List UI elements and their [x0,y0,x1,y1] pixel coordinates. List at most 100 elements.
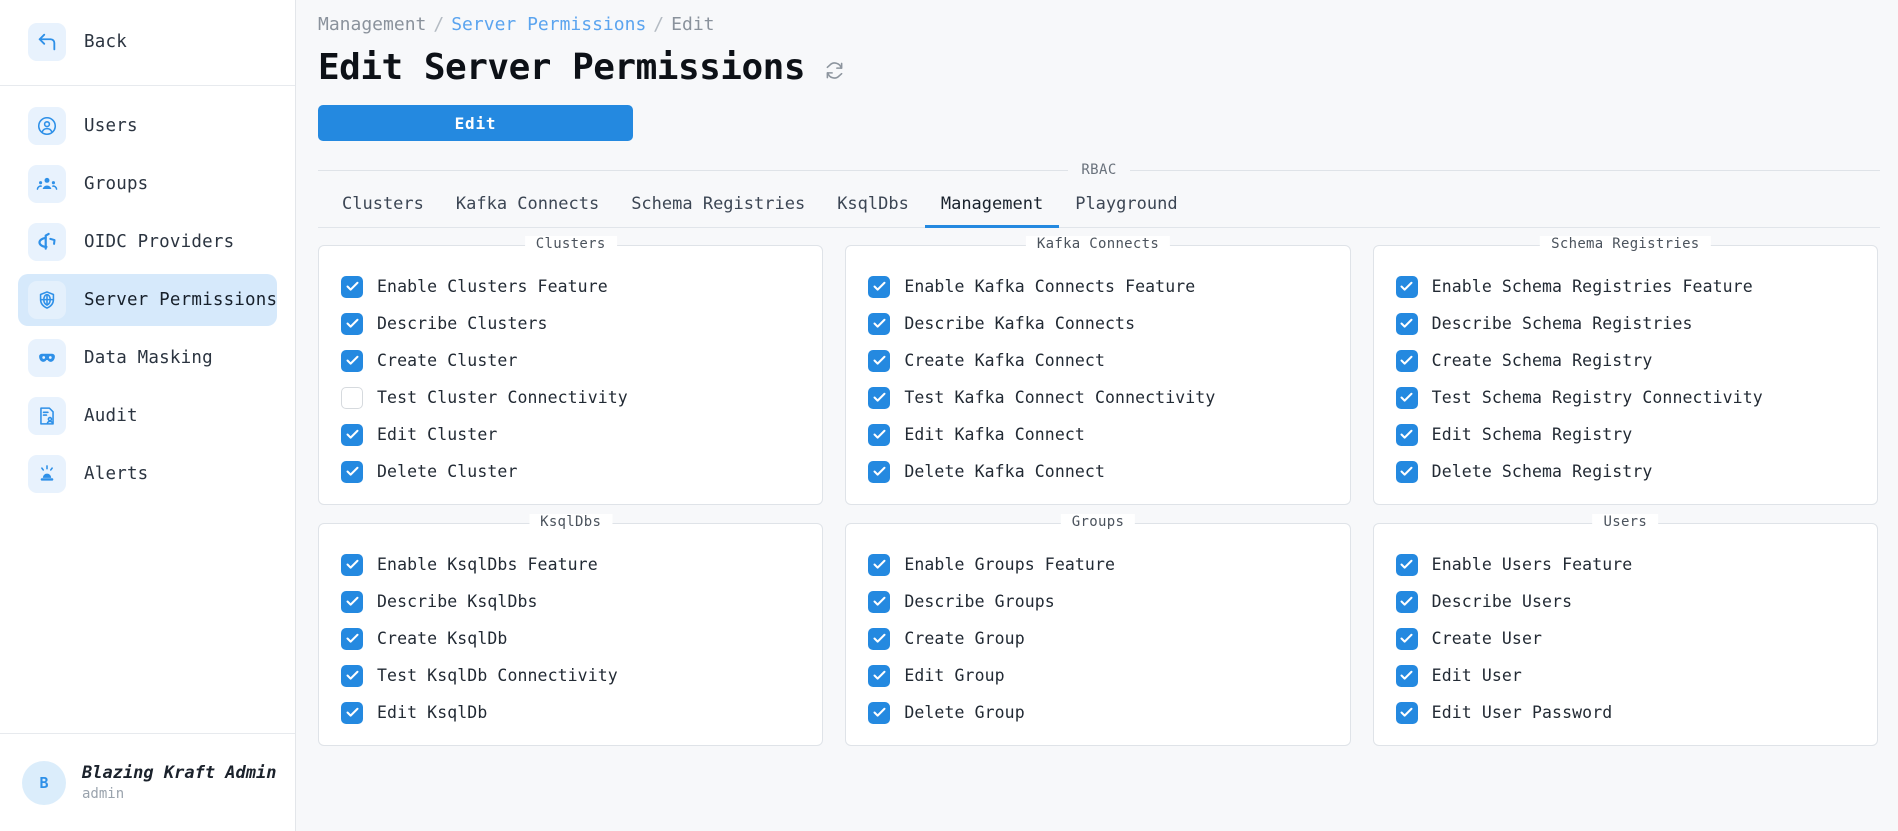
sidebar-item-oidc-providers[interactable]: OIDC Providers [18,216,277,268]
permission-row[interactable]: Describe Groups [868,583,1349,620]
checkbox-checked-icon[interactable] [341,664,363,687]
permission-row[interactable]: Edit Kafka Connect [868,416,1349,453]
permission-row[interactable]: Delete Group [868,694,1349,731]
tab-clusters[interactable]: Clusters [326,187,440,228]
permission-row[interactable]: Describe Users [1395,583,1877,620]
sidebar-item-alerts[interactable]: Alerts [18,448,277,500]
checkbox-checked-icon[interactable] [341,349,363,372]
checkbox-checked-icon[interactable] [1395,627,1418,650]
checkbox-checked-icon[interactable] [341,590,363,613]
checkbox-checked-icon[interactable] [868,553,891,576]
permission-label: Edit KsqlDb [377,703,488,722]
permission-row[interactable]: Enable KsqlDbs Feature [341,546,822,583]
sidebar-item-audit[interactable]: Audit [18,390,277,442]
permission-row[interactable]: Create User [1395,620,1877,657]
checkbox-checked-icon[interactable] [1395,275,1418,298]
checkbox-checked-icon[interactable] [868,386,891,409]
checkbox-checked-icon[interactable] [868,423,891,446]
tab-playground[interactable]: Playground [1059,187,1193,228]
permission-row[interactable]: Edit Cluster [341,416,822,453]
permission-row[interactable]: Delete Schema Registry [1395,453,1877,490]
permission-row[interactable]: Delete Kafka Connect [868,453,1349,490]
user-name: Blazing Kraft Admin [82,763,277,783]
shield-globe-icon [28,281,66,319]
permission-row[interactable]: Edit Group [868,657,1349,694]
checkbox-checked-icon[interactable] [341,423,363,446]
permission-row[interactable]: Enable Schema Registries Feature [1395,268,1877,305]
permission-row[interactable]: Describe Kafka Connects [868,305,1349,342]
tab-schema-registries[interactable]: Schema Registries [615,187,821,228]
checkbox-checked-icon[interactable] [341,627,363,650]
permission-row[interactable]: Enable Users Feature [1395,546,1877,583]
permission-row[interactable]: Describe Schema Registries [1395,305,1877,342]
checkbox-checked-icon[interactable] [1395,349,1418,372]
permission-row[interactable]: Edit Schema Registry [1395,416,1877,453]
checkbox-checked-icon[interactable] [1395,423,1418,446]
permission-row[interactable]: Create KsqlDb [341,620,822,657]
permission-label: Enable Users Feature [1431,555,1633,574]
sidebar-item-groups[interactable]: Groups [18,158,277,210]
checkbox-checked-icon[interactable] [341,460,363,483]
checkbox-checked-icon[interactable] [868,275,891,298]
permission-row[interactable]: Edit User Password [1395,694,1877,731]
permission-row[interactable]: Create Cluster [341,342,822,379]
checkbox-checked-icon[interactable] [868,627,891,650]
tab-management[interactable]: Management [924,187,1060,228]
permission-row[interactable]: Delete Cluster [341,453,822,490]
sidebar-item-users[interactable]: Users [18,100,277,152]
breadcrumb-item[interactable]: Server Permissions [451,14,646,35]
permission-row[interactable]: Describe Clusters [341,305,822,342]
checkbox-checked-icon[interactable] [1395,701,1418,724]
edit-button[interactable]: Edit [318,105,633,141]
checkbox-checked-icon[interactable] [1395,460,1418,483]
checkbox-checked-icon[interactable] [1395,664,1418,687]
checkbox-checked-icon[interactable] [868,349,891,372]
checkbox-unchecked-icon[interactable] [341,386,363,409]
sidebar-item-server-permissions[interactable]: Server Permissions [18,274,277,326]
permission-row[interactable]: Create Group [868,620,1349,657]
permission-label: Test Kafka Connect Connectivity [904,388,1216,407]
sidebar: Back Users Groups OIDC Providers Server Per… [0,0,296,831]
sidebar-item-data-masking[interactable]: Data Masking [18,332,277,384]
permission-label: Test KsqlDb Connectivity [377,666,618,685]
checkbox-checked-icon[interactable] [341,312,363,335]
permission-row[interactable]: Test Kafka Connect Connectivity [868,379,1349,416]
permission-row[interactable]: Edit KsqlDb [341,694,822,731]
checkbox-checked-icon[interactable] [341,275,363,298]
permission-row[interactable]: Test KsqlDb Connectivity [341,657,822,694]
checkbox-checked-icon[interactable] [868,590,891,613]
permission-row[interactable]: Create Schema Registry [1395,342,1877,379]
sidebar-item-back[interactable]: Back [18,16,277,68]
oidc-icon [28,223,66,261]
tab-kafka-connects[interactable]: Kafka Connects [440,187,615,228]
permission-row[interactable]: Test Cluster Connectivity [341,379,822,416]
checkbox-checked-icon[interactable] [341,553,363,576]
refresh-icon[interactable] [823,59,846,82]
checkbox-checked-icon[interactable] [341,701,363,724]
checkbox-checked-icon[interactable] [868,312,891,335]
checkbox-checked-icon[interactable] [868,664,891,687]
permission-label: Edit Cluster [377,425,498,444]
permission-label: Enable Kafka Connects Feature [904,277,1196,296]
permission-row[interactable]: Enable Kafka Connects Feature [868,268,1349,305]
sidebar-item-label: Groups [84,174,149,194]
permission-row[interactable]: Test Schema Registry Connectivity [1395,379,1877,416]
sidebar-item-label: Back [84,32,127,52]
groups-icon [28,165,66,203]
permission-row[interactable]: Create Kafka Connect [868,342,1349,379]
mask-icon [28,339,66,377]
breadcrumb: Management / Server Permissions / Edit [314,0,1880,35]
tab-ksqldbs[interactable]: KsqlDbs [821,187,925,228]
permission-row[interactable]: Describe KsqlDbs [341,583,822,620]
permission-row[interactable]: Enable Clusters Feature [341,268,822,305]
checkbox-checked-icon[interactable] [1395,386,1418,409]
checkbox-checked-icon[interactable] [1395,553,1418,576]
checkbox-checked-icon[interactable] [868,460,891,483]
checkbox-checked-icon[interactable] [868,701,891,724]
permission-label: Edit User Password [1431,703,1613,722]
checkbox-checked-icon[interactable] [1395,312,1418,335]
permission-row[interactable]: Edit User [1395,657,1877,694]
sidebar-user-profile[interactable]: B Blazing Kraft Admin admin [0,733,295,831]
permission-row[interactable]: Enable Groups Feature [868,546,1349,583]
checkbox-checked-icon[interactable] [1395,590,1418,613]
